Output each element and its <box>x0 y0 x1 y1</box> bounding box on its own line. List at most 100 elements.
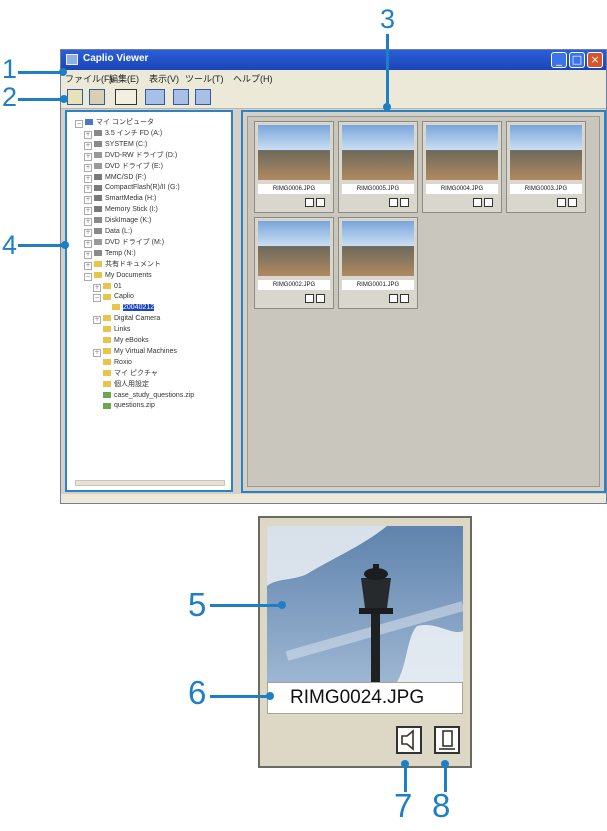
memo-icon[interactable] <box>400 198 409 207</box>
tree-item[interactable]: My Documents <box>94 271 152 280</box>
tree-item[interactable]: CompactFlash(R)/II (G:) <box>94 183 180 192</box>
thumbnail-image[interactable] <box>426 125 498 180</box>
thumbnail-tile[interactable]: RIMG0001.JPG <box>338 217 418 309</box>
tree-expander[interactable]: − <box>84 272 92 281</box>
tree-expander[interactable]: + <box>84 229 92 237</box>
lamppost-photo <box>267 526 463 682</box>
thumbnail-image[interactable] <box>342 125 414 180</box>
tree-expander[interactable]: + <box>93 316 101 325</box>
tree-expander[interactable]: + <box>84 261 92 270</box>
tree-item[interactable]: DiskImage (K:) <box>94 216 151 225</box>
horizontal-scrollbar[interactable] <box>75 480 225 486</box>
tree-item-label: Links <box>114 326 131 334</box>
thumbnail-tile[interactable]: RIMG0006.JPG <box>254 121 334 213</box>
sound-icon[interactable] <box>389 294 398 303</box>
thumbnail-pane[interactable]: RIMG0006.JPG RIMG0005.JPG RIMG0004.JPG RIMG… <box>241 110 606 493</box>
tree-expander[interactable]: + <box>84 196 92 205</box>
menu-edit[interactable]: 編集(E) <box>109 72 139 85</box>
sound-icon[interactable] <box>396 726 422 754</box>
thumbnail-image[interactable] <box>510 125 582 180</box>
sound-icon[interactable] <box>305 294 314 303</box>
memo-icon[interactable] <box>484 198 493 207</box>
sort-icon[interactable] <box>115 89 137 105</box>
new-folder-icon[interactable] <box>67 89 83 105</box>
thumbnail-tile[interactable]: RIMG0002.JPG <box>254 217 334 309</box>
tree-expander[interactable]: + <box>84 141 92 150</box>
sound-icon[interactable] <box>389 198 398 207</box>
tree-item[interactable]: SmartMedia (H:) <box>94 194 156 203</box>
tree-item[interactable]: case_study_questions.zip <box>103 391 194 400</box>
edit-icon[interactable] <box>89 89 105 105</box>
thumbnail-tile[interactable]: RIMG0005.JPG <box>338 121 418 213</box>
exit-icon[interactable] <box>195 89 211 105</box>
tree-item[interactable]: 3.5 インチ FD (A:) <box>94 129 162 138</box>
memo-icon[interactable] <box>434 726 460 754</box>
tree-item-label: Memory Stick (I:) <box>105 206 158 214</box>
memo-icon[interactable] <box>316 294 325 303</box>
tree-expander[interactable]: + <box>84 185 92 194</box>
thumbnail-image[interactable] <box>258 125 330 180</box>
title-bar[interactable]: Caplio Viewer _ □ × <box>61 50 606 70</box>
tree-item[interactable]: Links <box>103 325 130 334</box>
tree-expander[interactable]: + <box>84 207 92 216</box>
tree-item[interactable]: Temp (N:) <box>94 249 136 258</box>
tree-item[interactable]: DVD ドライブ (M:) <box>94 238 164 247</box>
tree-item[interactable]: 共有ドキュメント <box>94 260 161 269</box>
tree-item[interactable]: My eBooks <box>103 336 149 345</box>
memo-icon[interactable] <box>400 294 409 303</box>
tree-item[interactable]: 01 <box>103 282 122 291</box>
tree-item[interactable]: マイ ピクチャ <box>103 369 158 378</box>
tree-expander[interactable]: + <box>84 163 92 172</box>
tree-item[interactable]: マイ コンピュータ <box>85 118 154 127</box>
tree-item[interactable]: MMC/SD (F:) <box>94 173 146 182</box>
tree-expander[interactable]: + <box>84 130 92 139</box>
close-icon[interactable]: × <box>587 52 603 68</box>
tree-expander[interactable]: + <box>84 239 92 248</box>
tree-item[interactable]: Digital Camera <box>103 314 160 323</box>
menu-tools[interactable]: ツール(T) <box>185 72 224 85</box>
folder-icon <box>94 260 102 267</box>
tree-item[interactable]: 20040212 <box>112 303 155 312</box>
tree-item-label: MMC/SD (F:) <box>105 173 147 181</box>
thumbnail-image[interactable] <box>342 221 414 276</box>
tree-item[interactable]: Memory Stick (I:) <box>94 205 158 214</box>
tree-item[interactable]: My Virtual Machines <box>103 347 177 356</box>
sound-icon[interactable] <box>305 198 314 207</box>
tree-item[interactable]: DVD ドライブ (E:) <box>94 162 163 171</box>
tree-item[interactable]: Data (L:) <box>94 227 132 236</box>
menu-file[interactable]: ファイル(F) <box>65 72 113 85</box>
tree-item[interactable]: SYSTEM (C:) <box>94 140 147 149</box>
zip-icon <box>103 402 111 409</box>
menu-view[interactable]: 表示(V) <box>149 72 179 85</box>
thumbnail-image[interactable] <box>267 526 463 682</box>
tree-expander[interactable]: − <box>93 294 101 303</box>
dvd-icon <box>94 151 102 158</box>
tree-item[interactable]: Roxio <box>103 358 132 367</box>
tree-item[interactable]: Caplio <box>103 292 134 301</box>
tree-expander[interactable]: + <box>84 218 92 227</box>
folder-tree-pane[interactable]: マイ コンピュータ − 3.5 インチ FD (A:) + SYSTEM (C:) + DV… <box>65 110 233 492</box>
memo-icon[interactable] <box>316 198 325 207</box>
slideshow-icon[interactable] <box>173 89 189 105</box>
tree-expander[interactable]: + <box>93 348 101 357</box>
sound-icon[interactable] <box>557 198 566 207</box>
memo-icon[interactable] <box>568 198 577 207</box>
tree-expander[interactable]: + <box>84 250 92 259</box>
tree-item[interactable]: DVD-RW ドライブ (D:) <box>94 151 177 160</box>
tree-item[interactable]: 個人用設定 <box>103 380 149 389</box>
tree-expander[interactable]: + <box>84 174 92 183</box>
tree-item-label: DVD-RW ドライブ (D:) <box>105 151 178 159</box>
maximize-icon[interactable]: □ <box>569 52 585 68</box>
tree-expander[interactable]: − <box>75 120 83 128</box>
tree-item[interactable]: questions.zip <box>103 401 155 410</box>
thumbnail-tile[interactable]: RIMG0004.JPG <box>422 121 502 213</box>
view-mode-icon[interactable] <box>145 89 165 105</box>
minimize-icon[interactable]: _ <box>551 52 567 68</box>
thumbnail-tile[interactable]: RIMG0003.JPG <box>506 121 586 213</box>
tree-expander[interactable]: + <box>84 152 92 161</box>
tree-expander[interactable]: + <box>93 283 101 292</box>
thumbnail-image[interactable] <box>258 221 330 276</box>
card-icon <box>94 206 102 213</box>
menu-help[interactable]: ヘルプ(H) <box>233 72 273 85</box>
sound-icon[interactable] <box>473 198 482 207</box>
